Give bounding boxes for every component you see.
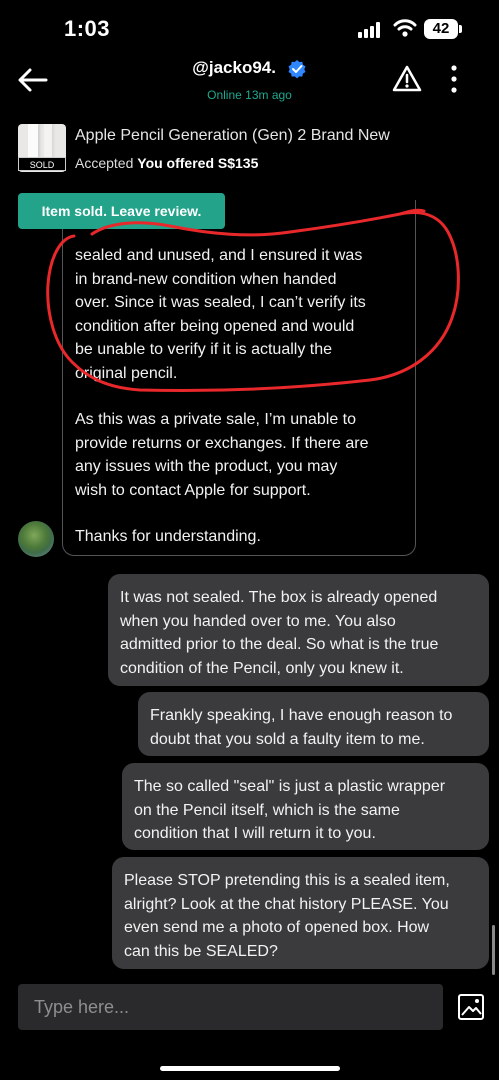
message-line: alright? Look at the chat history PLEASE… xyxy=(124,895,449,913)
message-line: Please STOP pretending this is a sealed … xyxy=(124,872,450,889)
more-options-icon[interactable] xyxy=(446,64,462,94)
message-line: condition that I will return it to you. xyxy=(134,825,376,842)
battery-tip xyxy=(459,25,462,33)
message-line: even send me a photo of opened box. How xyxy=(124,919,430,936)
outgoing-message-bubble: Frankly speaking, I have enough reason t… xyxy=(138,692,489,756)
incoming-line: any issues with the product, you may xyxy=(75,458,338,475)
offer-status-prefix: Accepted xyxy=(75,155,134,171)
message-line: admitted prior to the deal. So what is t… xyxy=(120,636,439,653)
incoming-line: As this was a private sale, I’m unable t… xyxy=(75,411,357,428)
message-input[interactable] xyxy=(18,984,443,1030)
message-line: doubt that you sold a faulty item to me. xyxy=(150,730,425,748)
incoming-line: be unable to verify if it is actually th… xyxy=(75,341,333,358)
scrollbar[interactable] xyxy=(492,925,495,975)
incoming-line: condition after being opened and would xyxy=(75,317,355,335)
incoming-line: original pencil. xyxy=(75,364,178,382)
battery-icon: 42 xyxy=(424,19,458,39)
username-text: @jacko94. xyxy=(192,58,276,77)
message-line: The so called "seal" is just a plastic w… xyxy=(134,778,446,795)
wifi-icon xyxy=(393,19,417,37)
sold-tag: SOLD xyxy=(18,157,66,171)
verified-badge-icon xyxy=(288,59,306,78)
online-status: Online 13m ago xyxy=(207,88,292,102)
chat-username[interactable]: @jacko94. xyxy=(0,58,499,79)
offer-amount: You offered S$135 xyxy=(137,155,259,171)
incoming-line: sealed and unused, and I ensured it was xyxy=(75,247,363,264)
message-line: Frankly speaking, I have enough reason t… xyxy=(150,707,453,724)
status-time: 1:03 xyxy=(64,16,111,41)
incoming-line: Thanks for understanding. xyxy=(75,528,261,545)
listing-title[interactable]: Apple Pencil Generation (Gen) 2 Brand Ne… xyxy=(75,127,390,145)
outgoing-message-bubble: Please STOP pretending this is a sealed … xyxy=(112,857,489,969)
message-line: condition of the Pencil, only you knew i… xyxy=(120,659,404,677)
message-line: when you handed over to me. You also xyxy=(120,612,396,630)
message-line: It was not sealed. The box is already op… xyxy=(120,589,438,606)
incoming-line: wish to contact Apple for support. xyxy=(75,481,311,499)
incoming-line: over. Since it was sealed, I can’t verif… xyxy=(75,294,366,311)
signal-icon xyxy=(358,22,380,38)
incoming-line: provide returns or exchanges. If there a… xyxy=(75,434,369,452)
outgoing-message-bubble: It was not sealed. The box is already op… xyxy=(108,574,489,686)
outgoing-message-bubble: The so called "seal" is just a plastic w… xyxy=(122,763,489,850)
listing-offer-status: Accepted You offered S$135 xyxy=(75,155,258,171)
message-line: can this be SEALED? xyxy=(124,942,278,960)
message-line: on the Pencil itself, which is the same xyxy=(134,801,400,819)
leave-review-button[interactable]: Item sold. Leave review. xyxy=(18,193,225,229)
home-indicator xyxy=(160,1066,340,1071)
incoming-line: in brand-new condition when handed xyxy=(75,270,337,288)
attach-photo-icon[interactable] xyxy=(456,992,486,1022)
report-warning-icon[interactable] xyxy=(392,64,422,94)
seller-avatar[interactable] xyxy=(18,521,54,557)
